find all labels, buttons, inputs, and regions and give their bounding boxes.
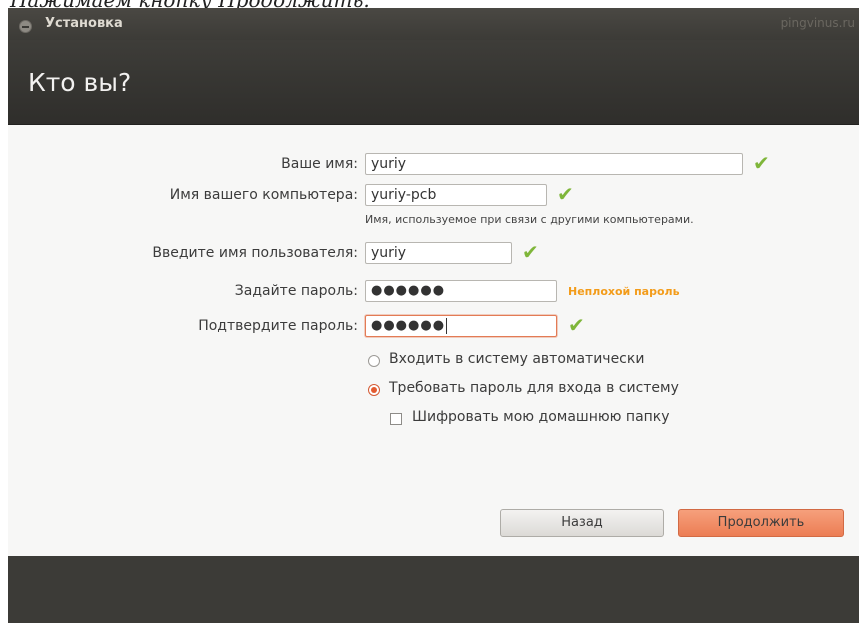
name-field[interactable]: yuriy [365, 153, 743, 175]
name-label: Ваше имя: [281, 156, 358, 172]
require-password-radio[interactable] [368, 384, 380, 396]
text-caret [446, 318, 448, 334]
auto-login-label[interactable]: Входить в систему автоматически [389, 351, 644, 367]
password-label: Задайте пароль: [234, 283, 358, 299]
footer-bar [8, 556, 859, 623]
computer-name-valid-check-icon: ✔ [557, 182, 574, 206]
require-password-label[interactable]: Требовать пароль для входа в систему [389, 380, 679, 396]
continue-button[interactable]: Продолжить [678, 509, 844, 537]
auto-login-radio[interactable] [368, 355, 380, 367]
username-label: Введите имя пользователя: [152, 245, 358, 261]
computer-name-field[interactable]: yuriy-pcb [365, 184, 547, 206]
computer-name-hint: Имя, используемое при связи с другими ко… [365, 213, 694, 226]
back-button[interactable]: Назад [500, 509, 664, 537]
confirm-password-value: ●●●●●● [371, 318, 446, 333]
username-field[interactable]: yuriy [365, 242, 512, 264]
page-header: Кто вы? [8, 40, 859, 125]
confirm-password-valid-check-icon: ✔ [568, 313, 585, 337]
confirm-password-field[interactable]: ●●●●●● [365, 315, 557, 337]
user-form: Ваше имя: yuriy ✔ Имя вашего компьютера:… [8, 125, 859, 556]
username-valid-check-icon: ✔ [522, 240, 539, 264]
name-valid-check-icon: ✔ [753, 151, 770, 175]
watermark: pingvinus.ru [780, 16, 855, 30]
installer-window: Установка pingvinus.ru Кто вы? Ваше имя:… [8, 8, 859, 623]
encrypt-home-checkbox[interactable] [390, 413, 402, 425]
password-field[interactable]: ●●●●●● [365, 280, 557, 302]
encrypt-home-label[interactable]: Шифровать мою домашнюю папку [412, 409, 670, 425]
window-minimize-button[interactable] [19, 20, 32, 33]
window-title: Установка [45, 16, 123, 31]
computer-name-label: Имя вашего компьютера: [169, 187, 358, 203]
title-bar: Установка pingvinus.ru [8, 8, 859, 40]
confirm-password-label: Подтвердите пароль: [198, 318, 358, 334]
password-strength-label: Неплохой пароль [568, 285, 680, 298]
page-title: Кто вы? [28, 68, 132, 97]
